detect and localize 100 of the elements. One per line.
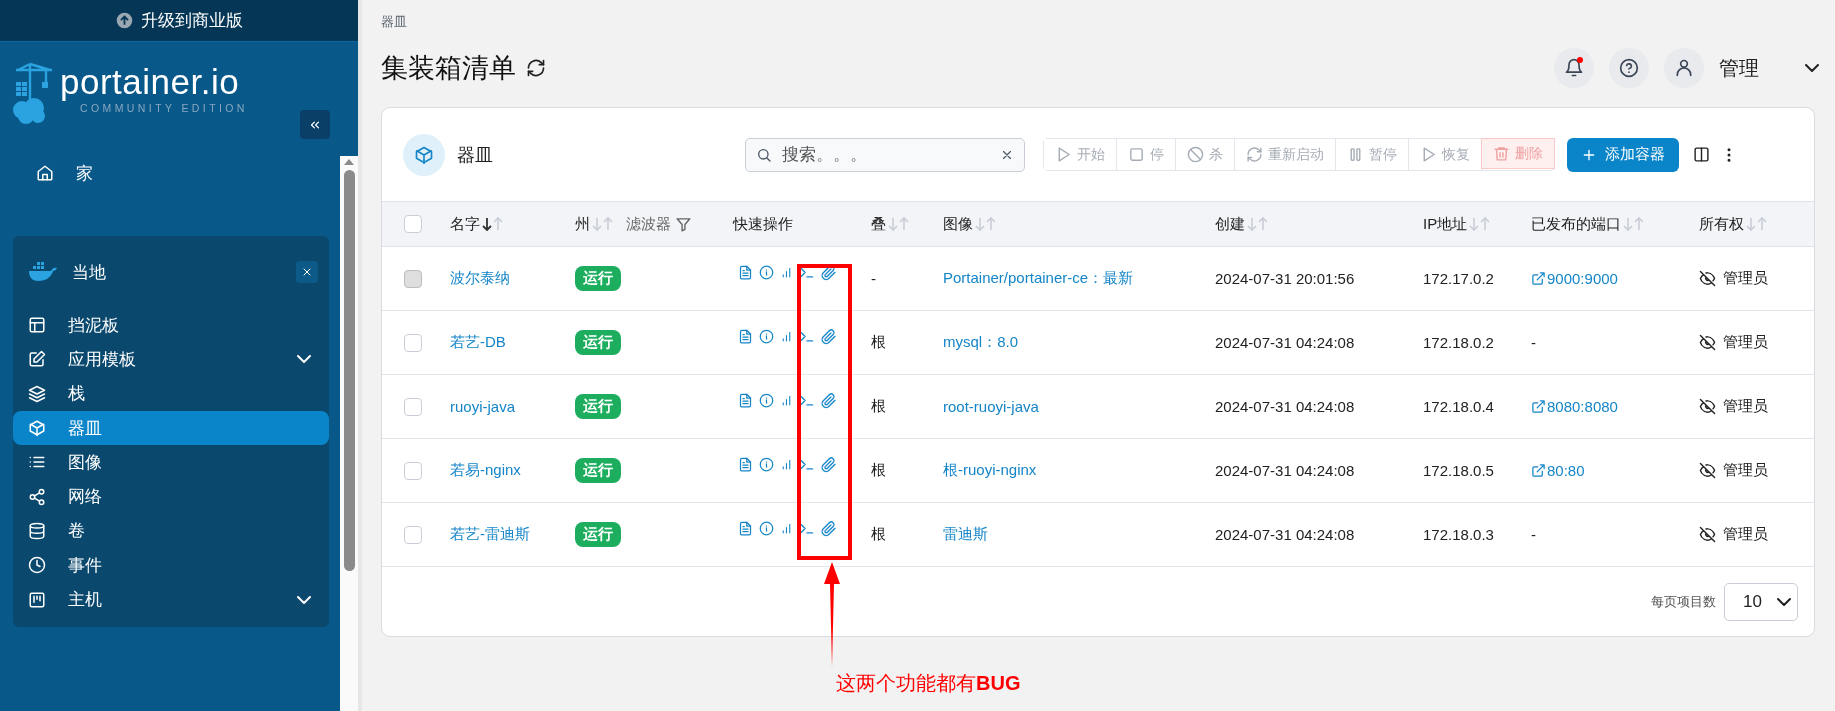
kanban-icon [28,590,46,609]
info-icon[interactable] [759,521,774,536]
document-icon[interactable] [738,521,753,536]
refresh-icon[interactable] [526,58,546,78]
add-container-button[interactable]: 添加容器 [1567,137,1679,172]
column-header: 叠 [871,214,886,234]
arrow-up-circle-icon [115,12,133,29]
column-header: 快速操作 [733,214,793,234]
help-button[interactable] [1609,48,1649,88]
document-icon[interactable] [738,393,753,408]
sidebar-item[interactable]: 主机 [13,582,329,617]
sidebar-item[interactable]: 家 [13,156,329,190]
collapse-button[interactable] [300,110,330,139]
paperclip-icon[interactable] [821,328,837,345]
ban-icon [1187,146,1204,163]
row-checkbox[interactable] [404,215,422,233]
sidebar-item[interactable]: 器皿 [13,410,329,446]
image-link[interactable]: root-ruoyi-java [943,398,1039,415]
bar-chart-icon[interactable] [780,393,793,408]
annotation-text: 这两个功能都有BUG [836,671,1021,696]
column-header: 创建 [1215,214,1245,234]
container-name-link[interactable]: ruoyi-java [450,398,516,415]
info-icon[interactable] [759,265,774,280]
search-field[interactable]: 搜索。。。 [745,137,1025,172]
sidebar-item[interactable]: 卷 [13,513,329,549]
sidebar-item[interactable]: 图像 [13,445,329,480]
edition-text: COMMUNITY EDITION [80,102,248,114]
sidebar-item[interactable]: 挡泥板 [13,308,329,343]
port-link[interactable]: 8080:8080 [1531,398,1618,415]
eye-off-icon [1699,270,1716,287]
breadcrumb[interactable]: 器皿 [381,13,1815,31]
table-cell: - [871,270,876,287]
environment-name: 当地 [72,261,106,284]
row-checkbox[interactable] [404,525,422,544]
paperclip-icon[interactable] [821,392,837,409]
page-title: 集装箱清单 [381,52,516,85]
page-size-select[interactable]: 10 [1724,583,1798,621]
row-checkbox[interactable] [404,461,422,480]
upgrade-banner[interactable]: 升级到商业版 [0,0,358,42]
status-badge: 运行 [575,522,621,547]
document-icon[interactable] [738,329,753,344]
table-cell: 172.18.0.2 [1423,334,1494,351]
close-button[interactable] [296,261,318,283]
table-cell: 根 [871,461,886,480]
bar-chart-icon[interactable] [780,329,793,344]
bell-icon [1564,58,1584,78]
table-cell: 管理员 [1723,397,1768,416]
container-name-link[interactable]: 若艺-雷迪斯 [450,525,530,544]
sidebar-item[interactable]: 栈 [13,376,329,411]
column-header: 州 [575,214,590,234]
filter-button[interactable]: 滤波器 [626,214,692,234]
table-cell: 2024-07-31 04:24:08 [1215,398,1355,415]
port-link[interactable]: 80:80 [1531,462,1585,479]
info-icon[interactable] [759,329,774,344]
chevron-down-icon [1777,598,1791,606]
table-cell: 管理员 [1723,333,1768,352]
info-icon[interactable] [759,393,774,408]
terminal-icon[interactable] [799,521,815,536]
paperclip-icon[interactable] [821,520,837,537]
search-input[interactable]: 搜索。。。 [780,143,992,166]
help-icon [1619,58,1639,78]
table-cell: 2024-07-31 04:24:08 [1215,462,1355,479]
terminal-icon[interactable] [799,457,815,472]
sidebar-item[interactable]: 网络 [13,479,329,514]
notifications-button[interactable] [1554,48,1594,88]
document-icon[interactable] [738,265,753,280]
search-icon [756,146,772,163]
bar-chart-icon[interactable] [780,521,793,536]
info-icon[interactable] [759,457,774,472]
user-menu[interactable]: 管理 [1719,54,1819,82]
document-icon[interactable] [738,457,753,472]
table-cell: 管理员 [1723,461,1768,480]
scroll-up-arrow-icon[interactable] [343,158,355,166]
image-link[interactable]: mysql：8.0 [943,333,1019,352]
sidebar-item[interactable]: 事件 [13,548,329,583]
row-checkbox[interactable] [404,333,422,352]
container-name-link[interactable]: 若易-nginx [450,461,521,480]
paperclip-icon[interactable] [821,456,837,473]
layers-icon [28,384,46,403]
bar-chart-icon[interactable] [780,457,793,472]
scrollbar[interactable] [340,156,358,711]
sort-icon[interactable] [482,216,504,232]
table-cell: - [1531,526,1536,543]
terminal-icon[interactable] [799,329,815,344]
columns-icon[interactable] [1693,146,1710,163]
row-checkbox[interactable] [404,397,422,416]
close-icon [301,266,313,278]
page-size-label: 每页项目数 [1651,593,1716,611]
terminal-icon[interactable] [799,393,815,408]
sidebar-item[interactable]: 应用模板 [13,342,329,377]
image-link[interactable]: 雷迪斯 [943,525,988,544]
user-avatar[interactable] [1664,48,1704,88]
home-icon [36,164,54,182]
terminal-icon[interactable] [799,265,815,280]
container-name-link[interactable]: 若艺-DB [450,333,506,352]
status-badge: 运行 [575,394,621,419]
bar-chart-icon[interactable] [780,265,793,280]
image-link[interactable]: 根-ruoyi-nginx [943,461,1037,480]
cube-icon [414,144,434,165]
external-link-icon [1531,271,1546,286]
